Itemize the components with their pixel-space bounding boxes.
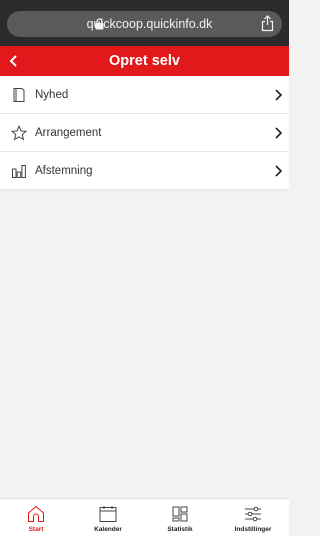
page-title: Opret selv (109, 53, 180, 69)
share-icon[interactable] (261, 15, 274, 32)
settings-sliders-icon (245, 506, 261, 522)
tab-label: Statistik (167, 526, 193, 533)
bottom-tab-bar: Start Kalender Statistik Indstillinger (0, 498, 289, 536)
menu-item-nyhed[interactable]: Nyhed (0, 76, 289, 114)
statistics-icon (172, 506, 188, 522)
tab-indstillinger[interactable]: Indstillinger (217, 499, 289, 536)
chevron-right-icon (275, 89, 283, 101)
menu-item-afstemning[interactable]: Afstemning (0, 152, 289, 190)
url-text: quickcoop.quickinfo.dk (86, 17, 213, 31)
chevron-right-icon (275, 165, 283, 177)
menu-item-label: Nyhed (35, 89, 69, 101)
browser-bar: quickcoop.quickinfo.dk (0, 0, 289, 46)
empty-content-area (0, 191, 289, 498)
tab-kalender[interactable]: Kalender (72, 499, 144, 536)
tab-start[interactable]: Start (0, 499, 72, 536)
tab-label: Indstillinger (234, 526, 272, 533)
menu-item-arrangement[interactable]: Arrangement (0, 114, 289, 152)
tab-label: Start (28, 526, 44, 533)
menu-item-label: Arrangement (35, 127, 102, 139)
document-icon (13, 88, 25, 102)
chevron-right-icon (275, 127, 283, 139)
create-menu-list: Nyhed Arrangement Afstemning (0, 76, 289, 190)
home-icon (28, 505, 44, 522)
address-bar[interactable]: quickcoop.quickinfo.dk (7, 11, 282, 37)
star-icon (11, 125, 27, 141)
tab-label: Kalender (94, 526, 122, 533)
poll-icon (12, 165, 26, 178)
tab-statistik[interactable]: Statistik (144, 499, 216, 536)
calendar-icon (99, 506, 117, 522)
menu-item-label: Afstemning (35, 165, 93, 177)
app-header: Opret selv (0, 46, 289, 76)
